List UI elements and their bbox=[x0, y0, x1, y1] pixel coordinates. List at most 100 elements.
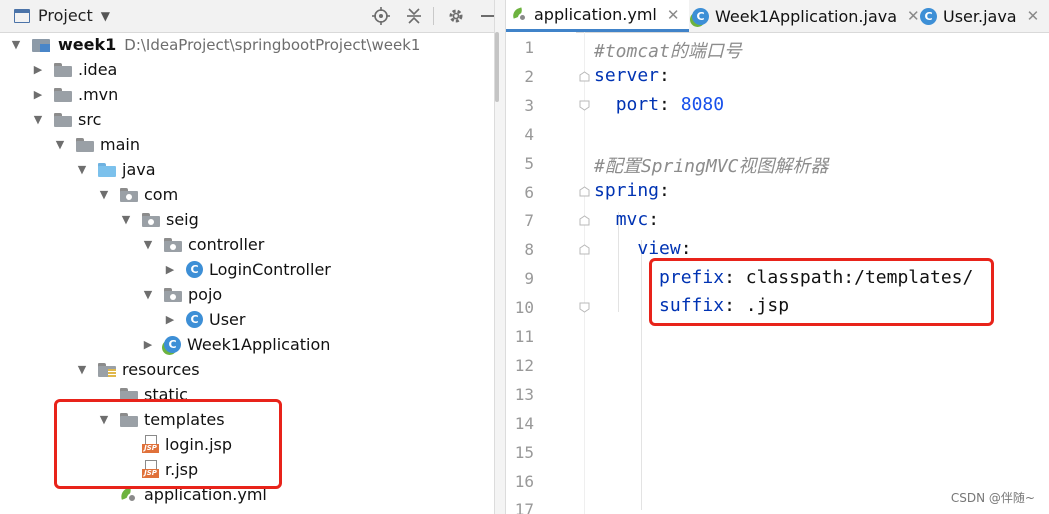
locate-icon[interactable] bbox=[371, 6, 391, 26]
line-number[interactable]: 1 bbox=[506, 38, 534, 57]
chevron-down-icon[interactable]: ▼ bbox=[76, 363, 88, 376]
collapse-all-icon[interactable] bbox=[404, 6, 424, 26]
code-comment: #配置SpringMVC视图解析器 bbox=[594, 156, 829, 177]
tab-label: application.yml bbox=[534, 5, 657, 24]
line-number[interactable]: 13 bbox=[506, 385, 534, 404]
chevron-down-icon[interactable]: ▼ bbox=[76, 163, 88, 176]
chevron-down-icon[interactable]: ▼ bbox=[10, 38, 22, 51]
tab-application-yml[interactable]: application.yml ✕ bbox=[506, 0, 690, 32]
tree-item-label: templates bbox=[144, 410, 225, 429]
tree-item-src[interactable]: ▼ src bbox=[32, 107, 102, 132]
project-view-selector[interactable]: Project ▼ bbox=[14, 6, 110, 25]
package-icon bbox=[142, 212, 160, 227]
jsp-file-icon: JSP bbox=[142, 460, 159, 479]
fold-close-icon[interactable] bbox=[579, 302, 590, 313]
line-number[interactable]: 9 bbox=[506, 269, 534, 288]
chevron-right-icon[interactable]: ▶ bbox=[142, 338, 154, 351]
project-window-icon bbox=[14, 8, 30, 23]
chevron-down-icon[interactable]: ▼ bbox=[120, 213, 132, 226]
minimize-icon[interactable] bbox=[478, 6, 494, 26]
fold-open-icon[interactable] bbox=[579, 244, 590, 255]
line-number[interactable]: 12 bbox=[506, 356, 534, 375]
watermark: CSDN @伴随~ bbox=[950, 491, 1035, 505]
yaml-key: server bbox=[594, 65, 660, 86]
yaml-colon: : bbox=[659, 94, 670, 115]
tab-week1application-java[interactable]: C Week1Application.java ✕ bbox=[688, 0, 928, 32]
code-line-mvc: mvc: bbox=[594, 209, 659, 230]
tab-label: Week1Application.java bbox=[715, 6, 898, 26]
chevron-down-icon[interactable]: ▼ bbox=[142, 238, 154, 251]
tree-item-mvn[interactable]: ▶ .mvn bbox=[32, 82, 119, 107]
tree-item-idea[interactable]: ▶ .idea bbox=[32, 57, 118, 82]
tree-item-label: java bbox=[122, 160, 156, 179]
tree-item-label: main bbox=[100, 135, 140, 154]
yaml-number: 8080 bbox=[680, 94, 725, 115]
tree-root-week1[interactable]: ▼ week1 D:\IdeaProject\springbootProject… bbox=[10, 32, 421, 57]
tree-item-resources[interactable]: ▼ resources bbox=[76, 357, 200, 382]
chevron-down-icon[interactable]: ▼ bbox=[98, 413, 110, 426]
line-number[interactable]: 14 bbox=[506, 414, 534, 433]
tree-item-user[interactable]: ▶ C User bbox=[164, 307, 246, 332]
tree-item-logincontroller[interactable]: ▶ C LoginController bbox=[164, 257, 331, 282]
tree-item-main[interactable]: ▼ main bbox=[54, 132, 140, 157]
spring-yaml-file-icon bbox=[510, 6, 528, 23]
line-number[interactable]: 17 bbox=[506, 500, 534, 514]
tab-user-java[interactable]: C User.java ✕ bbox=[916, 0, 1047, 32]
editor-tabs: application.yml ✕ C Week1Application.jav… bbox=[506, 0, 1049, 33]
line-number[interactable]: 7 bbox=[506, 211, 534, 230]
fold-open-icon[interactable] bbox=[579, 186, 590, 197]
yaml-value: classpath:/templates/ bbox=[745, 267, 974, 288]
line-number[interactable]: 5 bbox=[506, 154, 534, 173]
chevron-down-icon[interactable]: ▼ bbox=[32, 113, 44, 126]
close-icon[interactable]: ✕ bbox=[667, 6, 680, 24]
code-line-view: view: bbox=[594, 238, 691, 259]
line-number[interactable]: 11 bbox=[506, 327, 534, 346]
tree-item-com[interactable]: ▼ com bbox=[98, 182, 178, 207]
line-number[interactable]: 15 bbox=[506, 443, 534, 462]
tree-item-application-yml[interactable]: ▶ application.yml bbox=[98, 482, 267, 507]
class-icon: C bbox=[186, 311, 203, 328]
tree-item-controller[interactable]: ▼ controller bbox=[142, 232, 265, 257]
yaml-key: prefix bbox=[659, 267, 725, 288]
line-number[interactable]: 4 bbox=[506, 125, 534, 144]
chevron-right-icon[interactable]: ▶ bbox=[32, 63, 44, 76]
chevron-down-icon[interactable]: ▼ bbox=[142, 288, 154, 301]
chevron-down-icon[interactable]: ▼ bbox=[54, 138, 66, 151]
tree-item-label: Week1Application bbox=[187, 335, 331, 354]
line-number[interactable]: 16 bbox=[506, 472, 534, 491]
tree-item-label: static bbox=[144, 385, 188, 404]
tree-item-templates[interactable]: ▼ templates bbox=[98, 407, 225, 432]
close-icon[interactable]: ✕ bbox=[1027, 7, 1040, 25]
jsp-file-icon: JSP bbox=[142, 435, 159, 454]
tree-item-pojo[interactable]: ▼ pojo bbox=[142, 282, 222, 307]
fold-open-icon[interactable] bbox=[579, 215, 590, 226]
tree-item-r-jsp[interactable]: ▶ JSP r.jsp bbox=[120, 457, 198, 482]
line-number[interactable]: 2 bbox=[506, 67, 534, 86]
tree-item-login-jsp[interactable]: ▶ JSP login.jsp bbox=[120, 432, 232, 457]
chevron-right-icon[interactable]: ▶ bbox=[164, 263, 176, 276]
fold-open-icon[interactable] bbox=[579, 71, 590, 82]
chevron-right-icon[interactable]: ▶ bbox=[32, 88, 44, 101]
tree-item-seig[interactable]: ▼ seig bbox=[120, 207, 199, 232]
folder-icon bbox=[54, 87, 72, 102]
fold-close-icon[interactable] bbox=[579, 100, 590, 111]
line-number[interactable]: 10 bbox=[506, 298, 534, 317]
project-panel: Project ▼ ▼ week1 D:\IdeaProject\springb… bbox=[0, 0, 494, 514]
panel-divider[interactable] bbox=[494, 0, 506, 514]
gear-icon[interactable] bbox=[446, 6, 466, 26]
scrollbar-thumb[interactable] bbox=[495, 32, 499, 102]
tab-label: User.java bbox=[943, 6, 1017, 26]
chevron-down-icon: ▼ bbox=[100, 8, 110, 23]
yaml-key: spring bbox=[594, 180, 660, 201]
tree-item-java[interactable]: ▼ java bbox=[76, 157, 156, 182]
line-number[interactable]: 3 bbox=[506, 96, 534, 115]
chevron-right-icon[interactable]: ▶ bbox=[164, 313, 176, 326]
tree-item-label: r.jsp bbox=[165, 460, 199, 479]
chevron-down-icon[interactable]: ▼ bbox=[98, 188, 110, 201]
tree-item-label: login.jsp bbox=[165, 435, 232, 454]
tree-item-static[interactable]: ▶ static bbox=[98, 382, 188, 407]
jsp-icon-label: JSP bbox=[142, 469, 159, 478]
line-number[interactable]: 8 bbox=[506, 240, 534, 259]
tree-item-week1application[interactable]: ▶ C Week1Application bbox=[142, 332, 331, 357]
line-number[interactable]: 6 bbox=[506, 183, 534, 202]
